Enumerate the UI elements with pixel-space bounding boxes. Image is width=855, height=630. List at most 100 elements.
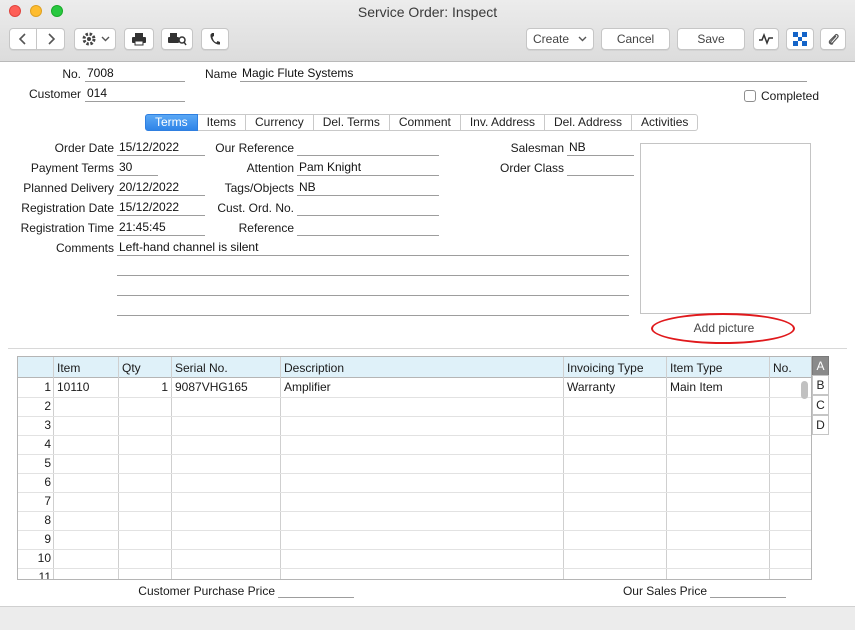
name-field[interactable]: Magic Flute Systems bbox=[240, 66, 807, 82]
row-divider bbox=[18, 454, 811, 455]
registration-date-field[interactable]: 15/12/2022 bbox=[117, 200, 205, 216]
row-1-item-type[interactable]: Main Item bbox=[670, 380, 723, 394]
tab-currency[interactable]: Currency bbox=[246, 114, 314, 131]
highlight-oval bbox=[651, 313, 795, 344]
completed-checkbox[interactable] bbox=[744, 90, 756, 102]
create-label: Create bbox=[533, 32, 570, 46]
row-number: 3 bbox=[44, 418, 51, 432]
cancel-button[interactable]: Cancel bbox=[601, 28, 670, 50]
grid-divider bbox=[769, 357, 770, 579]
tags-objects-label: Tags/Objects bbox=[224, 181, 294, 195]
row-1-serial[interactable]: 9087VHG165 bbox=[175, 380, 248, 394]
row-number: 1 bbox=[44, 380, 51, 394]
row-number: 5 bbox=[44, 456, 51, 470]
row-1-invoicing-type[interactable]: Warranty bbox=[567, 380, 615, 394]
grid-divider bbox=[563, 357, 564, 579]
row-number: 7 bbox=[44, 494, 51, 508]
tab-activities[interactable]: Activities bbox=[632, 114, 699, 131]
activity-button[interactable] bbox=[753, 28, 779, 50]
planned-delivery-label: Planned Delivery bbox=[23, 181, 114, 195]
paperclip-icon bbox=[828, 33, 839, 45]
tab-comment[interactable]: Comment bbox=[389, 114, 461, 131]
picture-area[interactable] bbox=[640, 143, 811, 314]
column-header-item-type[interactable]: Item Type bbox=[670, 361, 722, 375]
grid-divider bbox=[53, 357, 54, 579]
customer-label: Customer bbox=[28, 87, 81, 101]
comments-line-4[interactable] bbox=[117, 300, 629, 316]
registration-time-label: Registration Time bbox=[20, 221, 114, 235]
tab-del-address[interactable]: Del. Address bbox=[545, 114, 633, 131]
no-label: No. bbox=[62, 67, 81, 81]
row-1-description[interactable]: Amplifier bbox=[284, 380, 331, 394]
grid-side-tab-b[interactable]: B bbox=[812, 375, 829, 395]
attention-label: Attention bbox=[246, 161, 294, 175]
print-preview-button[interactable] bbox=[161, 28, 193, 50]
our-reference-field[interactable] bbox=[297, 140, 439, 156]
payment-terms-field[interactable]: 30 bbox=[117, 160, 158, 176]
planned-delivery-field[interactable]: 20/12/2022 bbox=[117, 180, 205, 196]
phone-button[interactable] bbox=[201, 28, 229, 50]
window-title: Service Order: Inspect bbox=[357, 4, 498, 20]
column-header-no[interactable]: No. bbox=[773, 361, 792, 375]
row-divider bbox=[18, 473, 811, 474]
tab-items[interactable]: Items bbox=[197, 114, 247, 131]
column-header-invoicing-type[interactable]: Invoicing Type bbox=[567, 361, 644, 375]
print-button[interactable] bbox=[124, 28, 154, 50]
registration-time-field[interactable]: 21:45:45 bbox=[117, 220, 205, 236]
chevron-left-icon bbox=[18, 33, 26, 45]
create-menu-button[interactable]: Create bbox=[526, 28, 594, 50]
row-divider bbox=[18, 492, 811, 493]
customer-field[interactable]: 014 bbox=[85, 86, 185, 102]
name-label: Name bbox=[204, 67, 237, 81]
order-date-field[interactable]: 15/12/2022 bbox=[117, 140, 205, 156]
row-number: 8 bbox=[44, 513, 51, 527]
window-titlebar: Service Order: Inspect Create Cancel Sav… bbox=[0, 0, 855, 62]
save-button[interactable]: Save bbox=[677, 28, 745, 50]
our-sales-price-label: Our Sales Price bbox=[622, 584, 707, 598]
column-header-description[interactable]: Description bbox=[284, 361, 344, 375]
row-divider bbox=[18, 549, 811, 550]
divider bbox=[8, 348, 847, 349]
forward-button[interactable] bbox=[37, 28, 65, 50]
cust-ord-no-label: Cust. Ord. No. bbox=[217, 201, 294, 215]
connections-icon bbox=[793, 32, 807, 46]
row-1-item[interactable]: 10110 bbox=[57, 380, 89, 394]
our-reference-label: Our Reference bbox=[215, 141, 294, 155]
back-button[interactable] bbox=[9, 28, 37, 50]
row-number: 2 bbox=[44, 399, 51, 413]
grid-scrollbar[interactable] bbox=[801, 381, 808, 399]
tags-objects-field[interactable]: NB bbox=[297, 180, 439, 196]
tab-del-terms[interactable]: Del. Terms bbox=[313, 114, 390, 131]
tab-bar: Terms Items Currency Del. Terms Comment … bbox=[145, 114, 699, 131]
reference-field[interactable] bbox=[297, 220, 439, 236]
items-grid[interactable]: Item Qty Serial No. Description Invoicin… bbox=[17, 356, 812, 580]
tab-terms[interactable]: Terms bbox=[145, 114, 198, 131]
completed-label: Completed bbox=[761, 89, 820, 103]
attach-button[interactable] bbox=[820, 28, 846, 50]
no-field[interactable]: 7008 bbox=[85, 66, 185, 82]
our-sales-price-field bbox=[710, 582, 786, 598]
row-divider bbox=[18, 435, 811, 436]
grid-side-tab-a[interactable]: A bbox=[812, 356, 829, 376]
row-divider bbox=[18, 511, 811, 512]
grid-side-tab-d[interactable]: D bbox=[812, 415, 829, 435]
column-header-item[interactable]: Item bbox=[57, 361, 80, 375]
salesman-field[interactable]: NB bbox=[567, 140, 634, 156]
comments-line-3[interactable] bbox=[117, 280, 629, 296]
grid-side-tab-c[interactable]: C bbox=[812, 395, 829, 415]
row-divider bbox=[18, 530, 811, 531]
operations-menu-button[interactable] bbox=[74, 28, 116, 50]
order-class-field[interactable] bbox=[567, 160, 634, 176]
row-1-qty[interactable]: 1 bbox=[122, 380, 168, 394]
column-header-qty[interactable]: Qty bbox=[122, 361, 141, 375]
cust-ord-no-field[interactable] bbox=[297, 200, 439, 216]
reference-label: Reference bbox=[238, 221, 294, 235]
linked-records-button[interactable] bbox=[786, 28, 814, 50]
comments-line-2[interactable] bbox=[117, 260, 629, 276]
tab-inv-address[interactable]: Inv. Address bbox=[460, 114, 545, 131]
comments-line-1[interactable]: Left-hand channel is silent bbox=[117, 240, 629, 256]
attention-field[interactable]: Pam Knight bbox=[297, 160, 439, 176]
row-number: 9 bbox=[44, 532, 51, 546]
column-header-serial-no[interactable]: Serial No. bbox=[175, 361, 228, 375]
row-divider bbox=[18, 568, 811, 569]
